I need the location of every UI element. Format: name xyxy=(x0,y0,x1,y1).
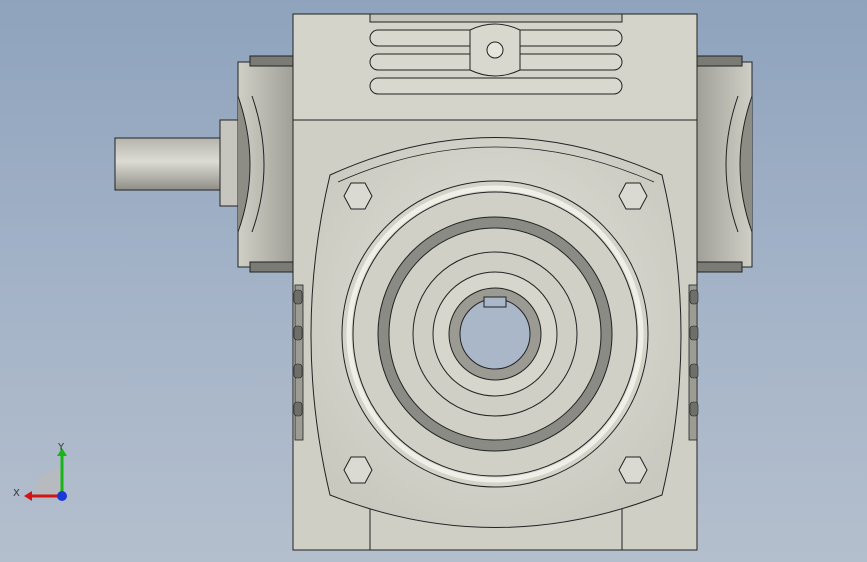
x-axis-head xyxy=(24,491,32,501)
triad-plane xyxy=(34,468,62,496)
y-axis-label: Y xyxy=(57,442,65,453)
z-axis-dot xyxy=(57,491,67,501)
x-axis-label: X xyxy=(13,488,20,499)
keyway xyxy=(483,296,507,308)
3d-viewport[interactable]: Y X xyxy=(0,0,867,562)
right-bearing-cover xyxy=(691,55,753,273)
left-bearing-cover xyxy=(237,55,299,273)
worm-gearbox-model[interactable] xyxy=(0,0,867,562)
input-shaft xyxy=(114,119,243,207)
output-flange xyxy=(310,137,682,528)
output-bore xyxy=(459,298,531,370)
orientation-triad: Y X xyxy=(13,442,67,501)
